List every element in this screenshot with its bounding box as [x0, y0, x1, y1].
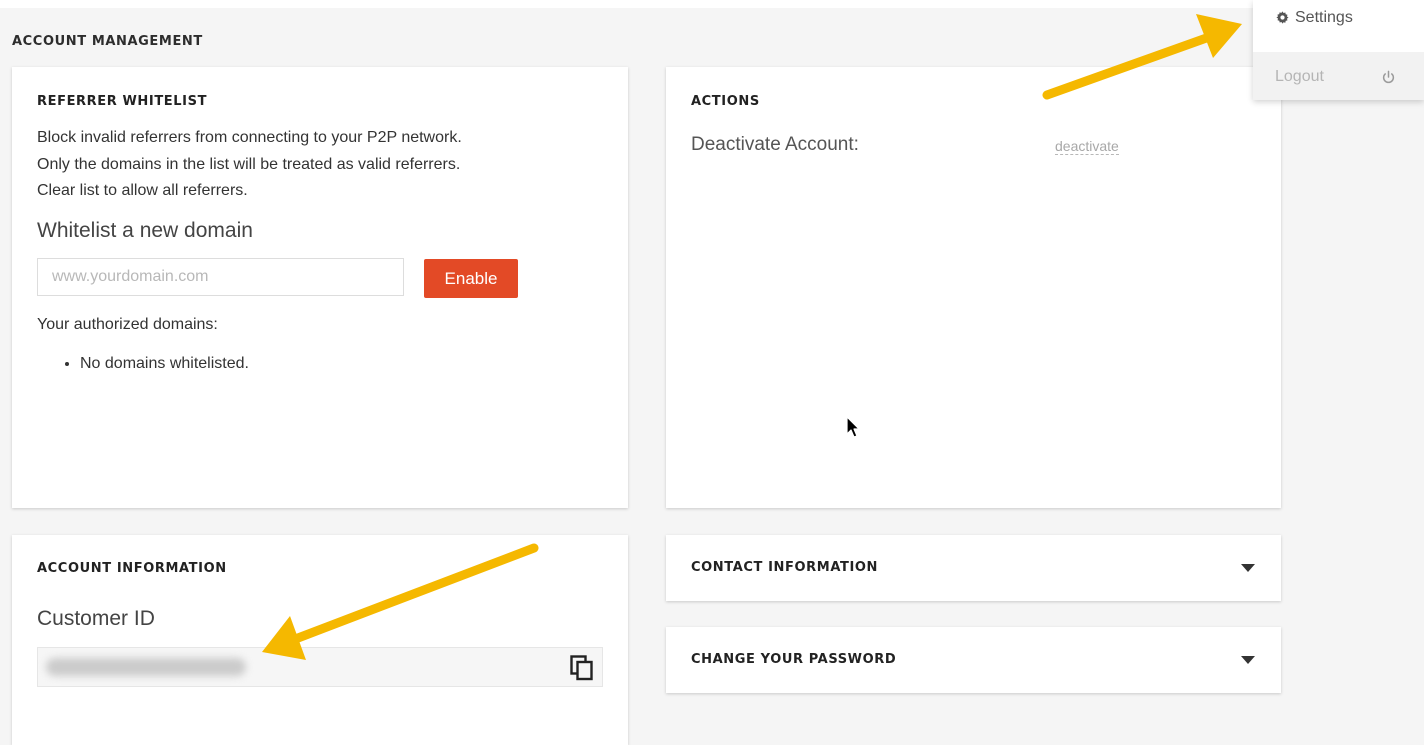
contact-information-title: CONTACT INFORMATION	[691, 560, 879, 575]
authorized-domains-label: Your authorized domains:	[37, 316, 218, 333]
gear-icon	[1276, 11, 1289, 24]
whitelist-domain-heading: Whitelist a new domain	[37, 219, 253, 242]
account-information-title: ACCOUNT INFORMATION	[37, 561, 227, 576]
customer-id-field[interactable]	[37, 647, 603, 687]
description-line: Clear list to allow all referrers.	[37, 182, 248, 199]
customer-id-value-blurred	[46, 658, 246, 676]
copy-icon[interactable]	[570, 655, 594, 681]
referrer-whitelist-title: REFERRER WHITELIST	[37, 94, 208, 109]
actions-title: ACTIONS	[691, 94, 760, 109]
account-information-card: ACCOUNT INFORMATION Customer ID	[12, 535, 628, 745]
referrer-whitelist-description: Block invalid referrers from connecting …	[37, 125, 557, 205]
power-icon	[1382, 70, 1395, 84]
mouse-cursor-icon	[846, 416, 860, 438]
caret-down-icon[interactable]	[1241, 564, 1255, 572]
page-title: ACCOUNT MANAGEMENT	[12, 34, 203, 49]
actions-card: ACTIONS Deactivate Account: deactivate	[666, 67, 1281, 508]
change-password-card[interactable]: CHANGE YOUR PASSWORD	[666, 627, 1281, 693]
caret-down-icon[interactable]	[1241, 656, 1255, 664]
domain-input[interactable]	[37, 258, 404, 296]
change-password-title: CHANGE YOUR PASSWORD	[691, 652, 897, 667]
authorized-domains-list: No domains whitelisted.	[62, 355, 249, 373]
settings-label: Settings	[1295, 9, 1353, 26]
customer-id-label: Customer ID	[37, 607, 155, 630]
deactivate-link[interactable]: deactivate	[1055, 138, 1119, 155]
user-dropdown-menu: Settings Logout	[1253, 0, 1424, 100]
enable-button[interactable]: Enable	[424, 259, 518, 298]
list-item: No domains whitelisted.	[80, 355, 249, 373]
description-line: Only the domains in the list will be tre…	[37, 155, 461, 173]
menu-item-settings[interactable]: Settings	[1253, 0, 1424, 52]
deactivate-account-label: Deactivate Account:	[691, 134, 859, 155]
top-strip	[0, 0, 1424, 8]
menu-item-logout[interactable]: Logout	[1253, 52, 1424, 100]
contact-information-card[interactable]: CONTACT INFORMATION	[666, 535, 1281, 601]
logout-label: Logout	[1275, 68, 1324, 85]
referrer-whitelist-card: REFERRER WHITELIST Block invalid referre…	[12, 67, 628, 508]
description-line: Block invalid referrers from connecting …	[37, 129, 462, 146]
